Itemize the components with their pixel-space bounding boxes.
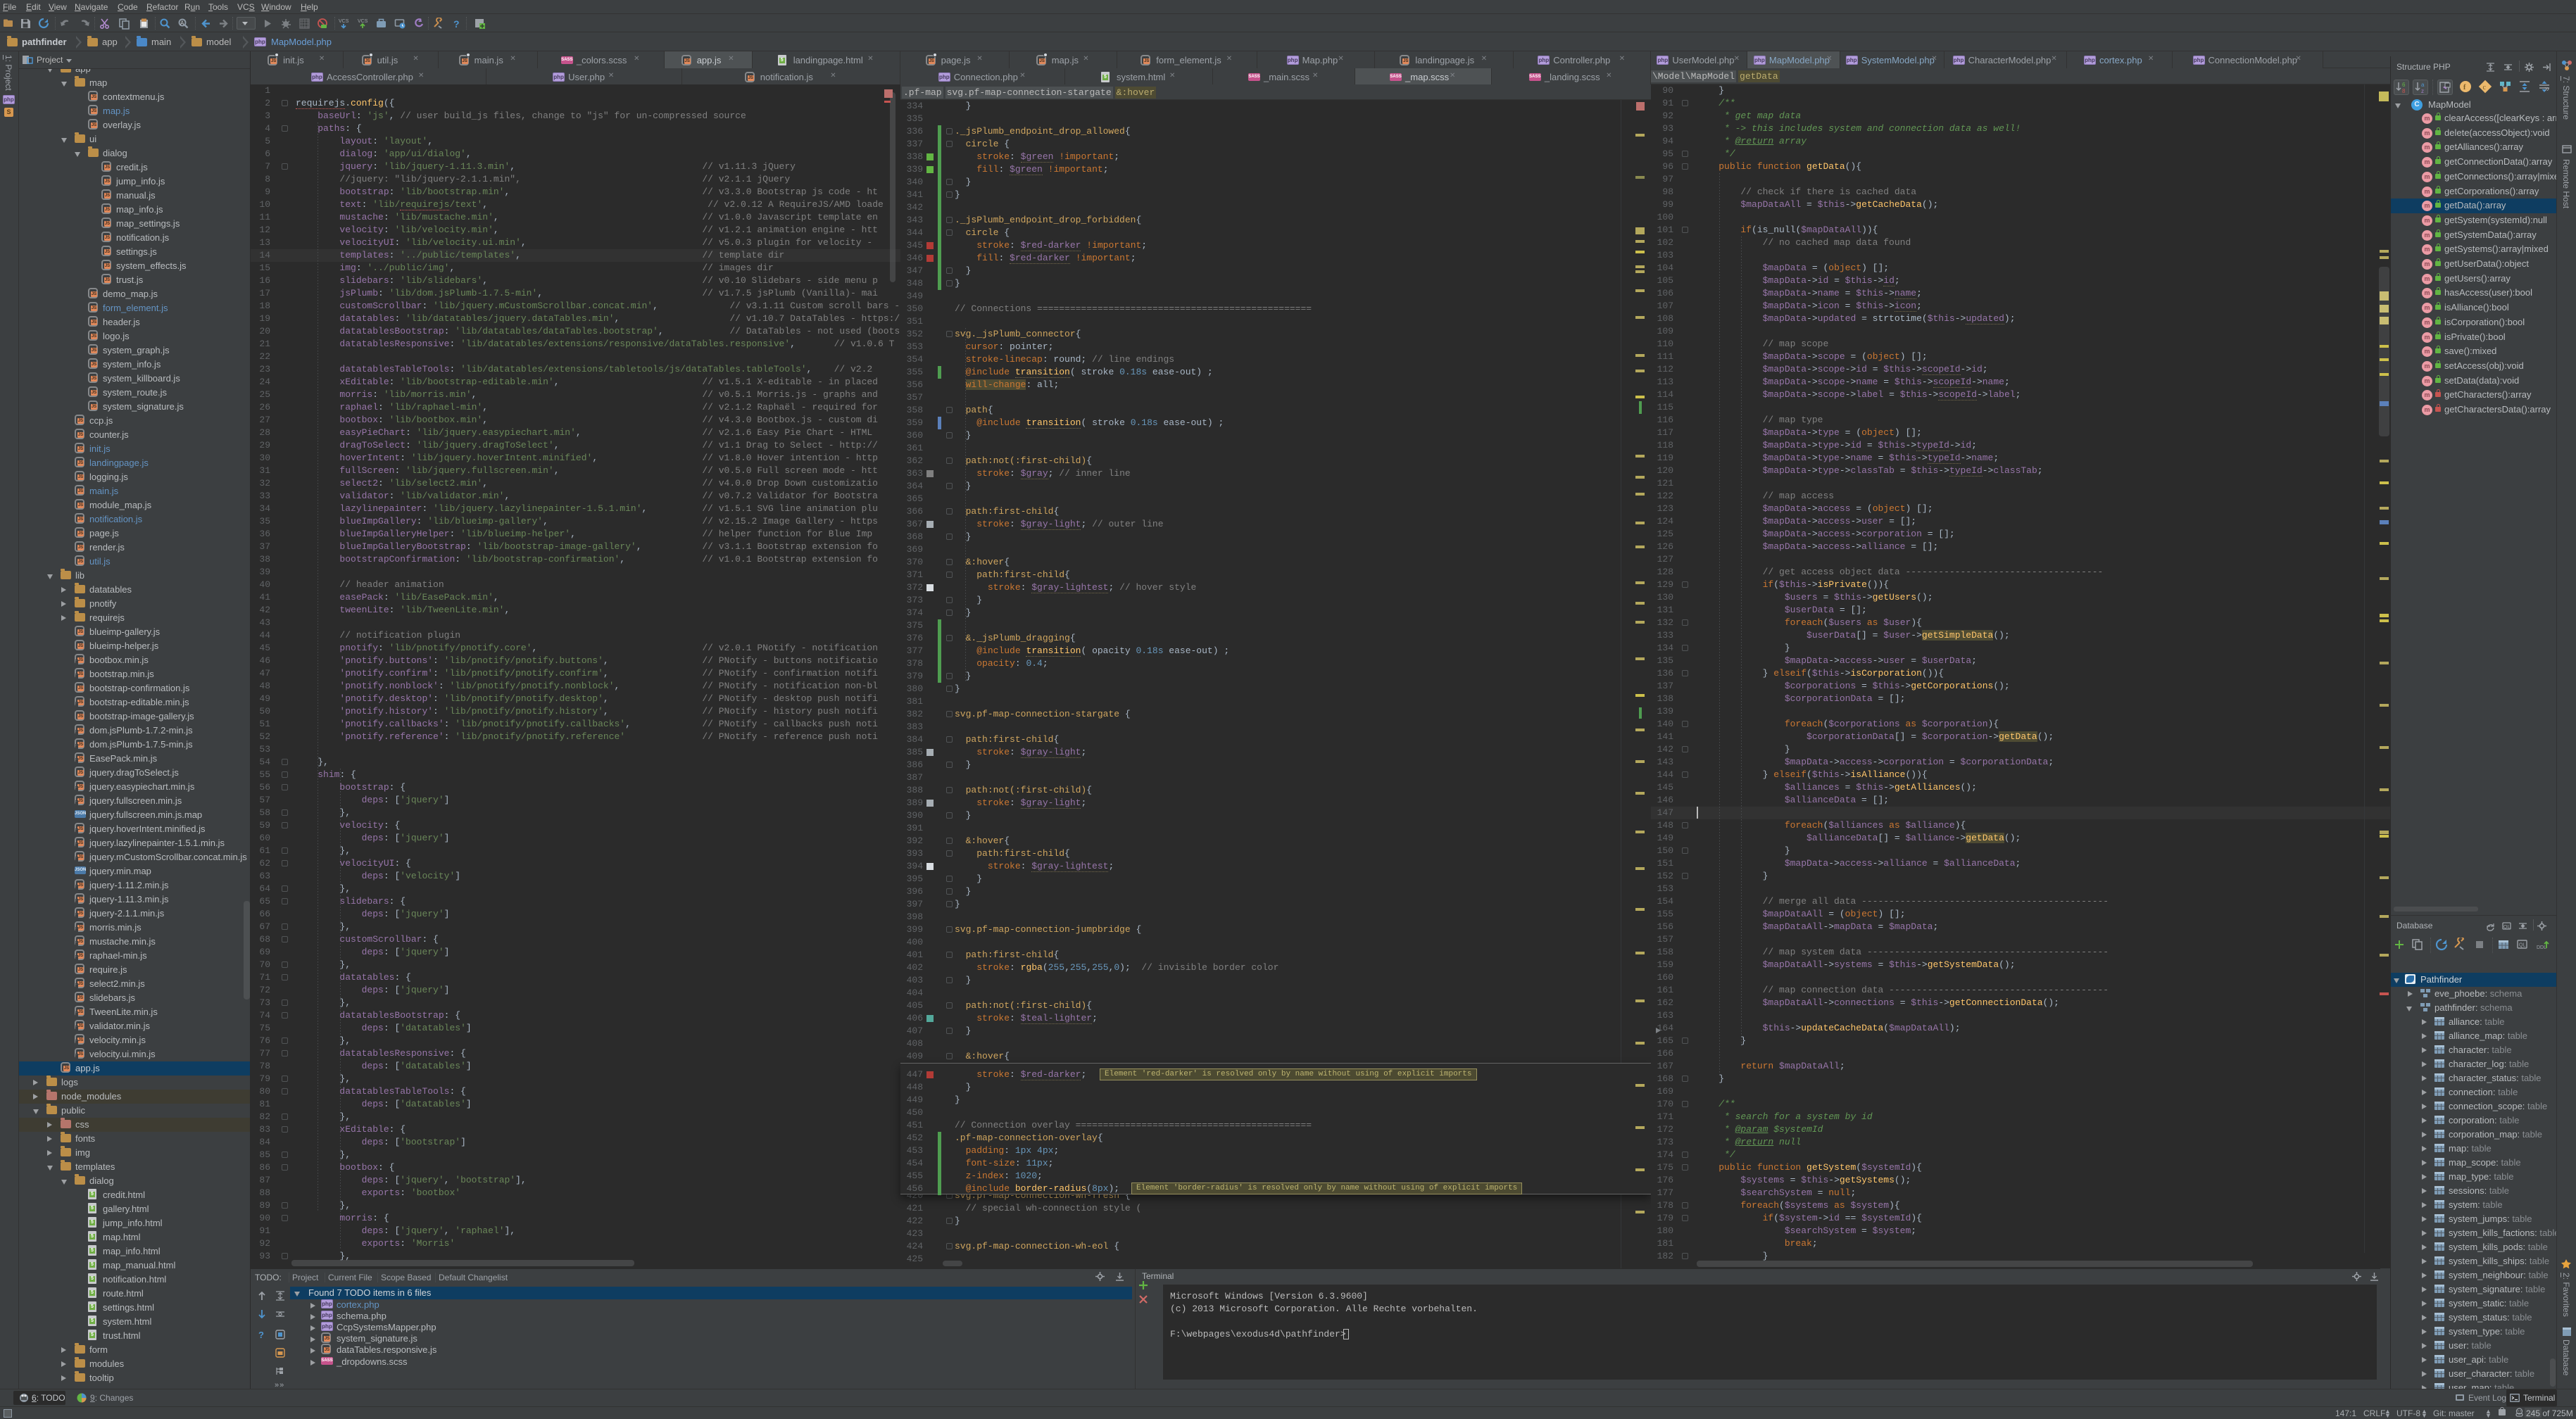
svg-text:?: ? xyxy=(453,18,460,30)
svg-text:QL: QL xyxy=(2519,943,2525,948)
svg-text:z: z xyxy=(2421,88,2424,94)
svg-text:DDL: DDL xyxy=(2537,945,2546,950)
svg-text:8: 8 xyxy=(2402,88,2406,94)
svg-text:QL: QL xyxy=(2503,925,2510,930)
svg-text:VCS: VCS xyxy=(339,19,349,24)
svg-text:6: 6 xyxy=(2402,82,2406,88)
svg-text:c: c xyxy=(2483,84,2487,92)
svg-text:VCS: VCS xyxy=(358,19,368,24)
svg-text:a: a xyxy=(2421,82,2425,88)
svg-text:?: ? xyxy=(258,1330,264,1340)
svg-text:A: A xyxy=(180,20,184,27)
